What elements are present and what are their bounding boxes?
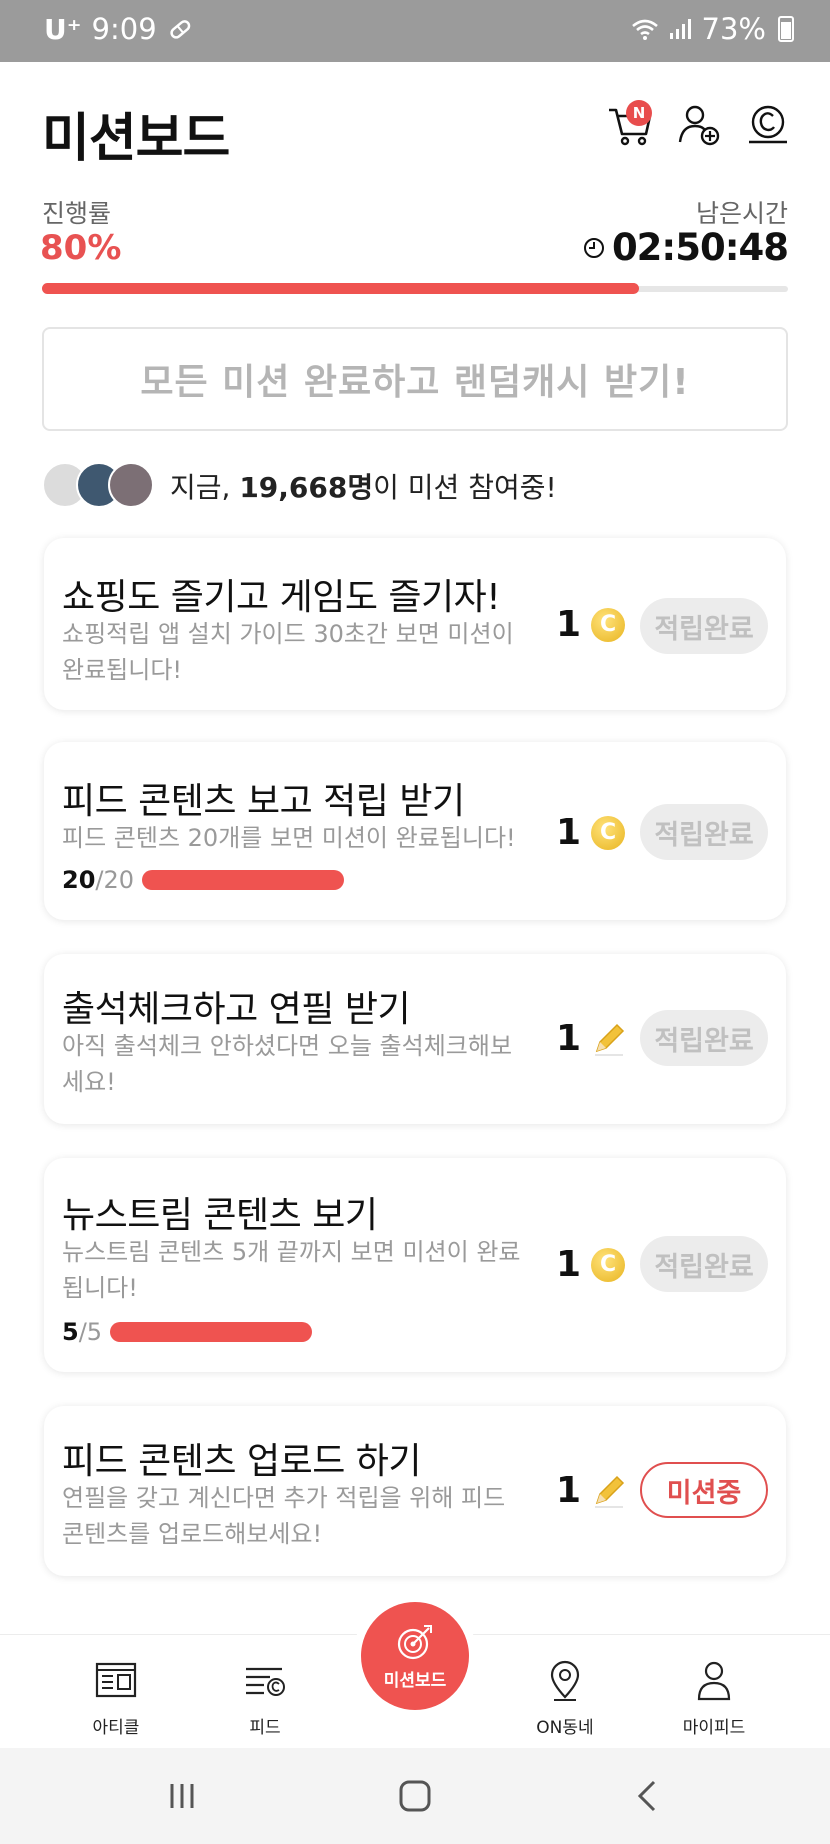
person-icon (697, 1661, 731, 1701)
article-icon (95, 1662, 137, 1698)
coin-icon: C (591, 607, 626, 642)
mission-title: 뉴스트림 콘텐츠 보기 (62, 1195, 378, 1236)
status-bar: U⁺ 9:09 73% (0, 0, 830, 62)
page-title: 미션보드 (42, 109, 230, 169)
nav-item-my-feed[interactable]: 마이피드 (654, 1635, 774, 1749)
carrier-label: U⁺ (44, 12, 82, 46)
back-icon[interactable] (628, 1776, 668, 1816)
progress-label: 진행률 (42, 199, 112, 228)
nav-label: 아티클 (92, 1718, 140, 1738)
mission-title: 피드 콘텐츠 보고 적립 받기 (62, 781, 465, 822)
nav-item-mission-board[interactable]: 미션보드 (361, 1602, 469, 1710)
coin-icon: C (591, 815, 626, 850)
participants-suffix: 이 미션 참여중! (373, 471, 557, 504)
nav-label: 마이피드 (682, 1718, 746, 1738)
location-pin-icon (550, 1660, 580, 1701)
random-cash-banner[interactable]: 모든 미션 완료하고 랜덤캐시 받기! (42, 327, 788, 431)
avatar (108, 462, 154, 508)
participants-prefix: 지금, (170, 471, 240, 504)
banner-text: 모든 미션 완료하고 랜덤캐시 받기! (140, 362, 690, 403)
remaining-time: 02:50:48 (582, 226, 789, 269)
mission-title: 피드 콘텐츠 업로드 하기 (62, 1441, 422, 1482)
remaining-time-value: 02:50:48 (611, 226, 789, 269)
clock-icon (583, 237, 604, 258)
mission-status-button[interactable]: 적립완료 (640, 1010, 768, 1066)
status-right: 73% (630, 12, 794, 46)
mission-reward: 1 C (556, 812, 626, 853)
reward-amount: 1 (556, 604, 582, 645)
remaining-time-label: 남은시간 (695, 199, 788, 228)
count-done: 5 (62, 1318, 79, 1346)
nav-label: ON동네 (536, 1718, 594, 1738)
reward-amount: 1 (556, 812, 582, 853)
mission-card[interactable]: 출석체크하고 연필 받기 아직 출석체크 안하셨다면 오늘 출석체크해보세요! … (44, 954, 786, 1124)
mission-description: 피드 콘텐츠 20개를 보면 미션이 완료됩니다! (62, 824, 516, 852)
mission-title: 출석체크하고 연필 받기 (62, 989, 411, 1030)
mission-card[interactable]: 뉴스트림 콘텐츠 보기 뉴스트림 콘텐츠 5개 끝까지 보면 미션이 완료됩니다… (44, 1158, 786, 1372)
status-left: U⁺ 9:09 (44, 12, 193, 46)
home-icon[interactable] (395, 1776, 435, 1816)
mission-status-button[interactable]: 적립완료 (640, 1236, 768, 1292)
nav-label: 미션보드 (383, 1670, 447, 1691)
count-total: /20 (95, 866, 135, 894)
count-total: /5 (78, 1318, 103, 1346)
count-progress-bar (142, 870, 345, 890)
clock: 9:09 (91, 12, 157, 46)
mission-reward: 1 C (556, 604, 626, 645)
mission-description: 쇼핑적립 앱 설치 가이드 30초간 보면 미션이 완료됩니다! (62, 620, 514, 684)
nav-label: 피드 (249, 1718, 281, 1738)
feed-icon (246, 1667, 285, 1696)
mission-reward: 1 (556, 1018, 627, 1059)
participants-text: 지금, 19,668명이 미션 참여중! (170, 466, 557, 506)
nav-item-article[interactable]: 아티클 (56, 1635, 176, 1749)
battery-percent: 73% (701, 12, 766, 46)
pencil-icon (595, 1475, 625, 1508)
count-progress-bar (110, 1322, 313, 1342)
reward-amount: 1 (556, 1244, 582, 1285)
mission-reward: 1 C (556, 1244, 626, 1285)
avatar-stack (42, 462, 162, 510)
participants-count: 19,668명 (239, 471, 374, 504)
cart-badge: N (626, 100, 652, 126)
nav-item-feed[interactable]: 피드 (205, 1635, 325, 1749)
mission-status-button[interactable]: 적립완료 (640, 804, 768, 860)
add-friend-icon[interactable] (674, 100, 724, 150)
mission-title: 쇼핑도 즐기고 게임도 즐기자! (62, 577, 501, 618)
progress-value: 80% (40, 228, 122, 268)
coin-icon: C (591, 1247, 626, 1282)
mission-status-button[interactable]: 적립완료 (640, 598, 768, 654)
battery-icon (778, 16, 794, 42)
progress-bar (42, 283, 788, 294)
mission-description: 아직 출석체크 안하셨다면 오늘 출석체크해보세요! (62, 1032, 513, 1096)
mission-description: 연필을 갖고 계신다면 추가 적립을 위해 피드 콘텐츠를 업로드해보세요! (62, 1484, 506, 1548)
target-icon (397, 1624, 432, 1659)
wifi-icon (631, 19, 658, 40)
mission-count: 5/5 (62, 1318, 313, 1346)
mission-status-button[interactable]: 미션중 (640, 1462, 768, 1518)
mission-description: 뉴스트림 콘텐츠 5개 끝까지 보면 미션이 완료됩니다! (62, 1238, 521, 1302)
system-nav-bar (0, 1748, 830, 1844)
signal-icon (669, 19, 691, 39)
reward-amount: 1 (556, 1470, 582, 1511)
cash-coin-icon[interactable] (743, 100, 793, 150)
progress-fill (42, 283, 639, 294)
mission-card[interactable]: 피드 콘텐츠 보고 적립 받기 피드 콘텐츠 20개를 보면 미션이 완료됩니다… (44, 742, 786, 920)
pill-icon (169, 20, 190, 39)
reward-amount: 1 (556, 1018, 582, 1059)
mission-reward: 1 (556, 1470, 627, 1511)
nav-item-on-dongne[interactable]: ON동네 (505, 1635, 625, 1749)
mission-card[interactable]: 쇼핑도 즐기고 게임도 즐기자! 쇼핑적립 앱 설치 가이드 30초간 보면 미… (44, 538, 786, 710)
mission-card[interactable]: 피드 콘텐츠 업로드 하기 연필을 갖고 계신다면 추가 적립을 위해 피드 콘… (44, 1406, 786, 1576)
participants-row: 지금, 19,668명이 미션 참여중! (42, 462, 557, 510)
recent-apps-icon[interactable] (162, 1776, 202, 1816)
pencil-icon (595, 1023, 625, 1056)
count-done: 20 (62, 866, 96, 894)
mission-count: 20/20 (62, 866, 345, 894)
